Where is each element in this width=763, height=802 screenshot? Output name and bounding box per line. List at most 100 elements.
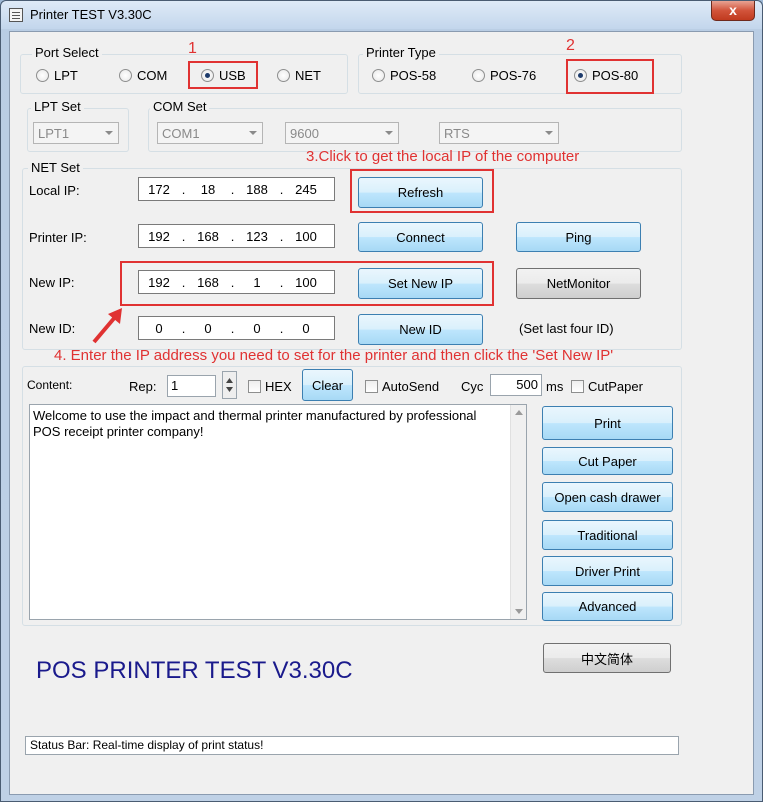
- select-value: 9600: [290, 126, 319, 141]
- ip-octet[interactable]: 123: [237, 229, 277, 244]
- annotation-box-new-ip: [120, 261, 494, 306]
- ip-octet[interactable]: 192: [139, 229, 179, 244]
- new-id-field[interactable]: 0. 0. 0. 0: [138, 316, 335, 340]
- close-icon: x: [729, 2, 737, 18]
- printer-app-icon: [9, 8, 23, 22]
- content-textarea[interactable]: Welcome to use the impact and thermal pr…: [29, 404, 527, 620]
- autosend-checkbox[interactable]: AutoSend: [365, 379, 439, 394]
- id-octet[interactable]: 0: [237, 321, 277, 336]
- printer-type-title: Printer Type: [363, 45, 439, 60]
- ms-label: ms: [546, 379, 564, 394]
- app-banner-title: POS PRINTER TEST V3.30C: [36, 657, 353, 684]
- ip-octet[interactable]: 245: [286, 182, 326, 197]
- radio-dot[interactable]: [372, 69, 385, 82]
- radio-dot[interactable]: [36, 69, 49, 82]
- select-value: COM1: [162, 126, 200, 141]
- lpt-port-select[interactable]: LPT1: [33, 122, 119, 144]
- content-text: Welcome to use the impact and thermal pr…: [33, 408, 477, 439]
- app-window: Printer TEST V3.30C x Port Select LPT CO…: [0, 0, 763, 802]
- ip-dot: .: [181, 181, 186, 197]
- radio-type-pos76[interactable]: POS-76: [472, 68, 536, 83]
- com-set-title: COM Set: [150, 99, 210, 114]
- radio-port-lpt[interactable]: LPT: [36, 68, 78, 83]
- traditional-button[interactable]: Traditional: [542, 520, 673, 550]
- annotation-box-usb: [188, 61, 258, 89]
- ip-octet[interactable]: 168: [188, 229, 228, 244]
- cut-paper-button[interactable]: Cut Paper: [542, 447, 673, 475]
- new-id-button[interactable]: New ID: [358, 314, 483, 345]
- net-set-title: NET Set: [28, 160, 83, 175]
- rep-spinner[interactable]: [222, 371, 237, 399]
- radio-label: NET: [295, 68, 321, 83]
- annotation-step-1: 1: [188, 40, 197, 57]
- ip-dot: .: [279, 320, 284, 336]
- id-octet[interactable]: 0: [139, 321, 179, 336]
- ip-octet[interactable]: 188: [237, 182, 277, 197]
- rep-label: Rep:: [129, 379, 157, 394]
- ip-dot: .: [230, 181, 235, 197]
- new-ip-label: New IP:: [29, 275, 75, 290]
- chevron-down-icon: [105, 131, 113, 135]
- radio-dot[interactable]: [119, 69, 132, 82]
- lpt-set-title: LPT Set: [31, 99, 84, 114]
- ip-octet[interactable]: 172: [139, 182, 179, 197]
- language-button[interactable]: 中文简体: [543, 643, 671, 673]
- radio-type-pos58[interactable]: POS-58: [372, 68, 436, 83]
- print-button[interactable]: Print: [542, 406, 673, 440]
- cyc-label: Cyc: [461, 379, 484, 394]
- open-cash-drawer-button[interactable]: Open cash drawer: [542, 482, 673, 512]
- annotation-step-3: 3.Click to get the local IP of the compu…: [306, 148, 580, 165]
- cutpaper-checkbox[interactable]: CutPaper: [571, 379, 643, 394]
- annotation-step-2: 2: [566, 37, 575, 54]
- checkbox-box[interactable]: [571, 380, 584, 393]
- annotation-step-4: 4. Enter the IP address you need to set …: [54, 347, 614, 364]
- printer-ip-field[interactable]: 192. 168. 123. 100: [138, 224, 335, 248]
- radio-label: LPT: [54, 68, 78, 83]
- new-id-label: New ID:: [29, 321, 76, 336]
- netmonitor-button[interactable]: NetMonitor: [516, 268, 641, 299]
- radio-port-net[interactable]: NET: [277, 68, 321, 83]
- client-area: Port Select LPT COM USB NET Printer Type…: [9, 31, 754, 795]
- cyc-input[interactable]: 500: [490, 374, 542, 396]
- radio-port-com[interactable]: COM: [119, 68, 167, 83]
- select-value: RTS: [444, 126, 470, 141]
- spinner-arrows-icon: [226, 378, 233, 392]
- annotation-box-pos80: [566, 59, 654, 94]
- new-id-hint: (Set last four ID): [519, 321, 614, 336]
- rep-input[interactable]: 1: [167, 375, 216, 397]
- radio-dot[interactable]: [472, 69, 485, 82]
- local-ip-field[interactable]: 172. 18. 188. 245: [138, 177, 335, 201]
- scrollbar-arrows-icon: [515, 410, 523, 614]
- id-octet[interactable]: 0: [286, 321, 326, 336]
- radio-label: POS-76: [490, 68, 537, 83]
- content-label: Content:: [27, 378, 73, 392]
- close-button[interactable]: x: [711, 1, 755, 21]
- title-bar[interactable]: Printer TEST V3.30C x: [1, 1, 762, 29]
- clear-button[interactable]: Clear: [302, 369, 353, 401]
- chevron-down-icon: [385, 131, 393, 135]
- baud-rate-select[interactable]: 9600: [285, 122, 399, 144]
- vertical-scrollbar[interactable]: [510, 405, 526, 619]
- status-bar: Status Bar: Real-time display of print s…: [25, 736, 679, 755]
- ip-octet[interactable]: 18: [188, 182, 228, 197]
- ip-octet[interactable]: 100: [286, 229, 326, 244]
- local-ip-label: Local IP:: [29, 183, 80, 198]
- window-title: Printer TEST V3.30C: [30, 7, 152, 22]
- checkbox-box[interactable]: [248, 380, 261, 393]
- advanced-button[interactable]: Advanced: [542, 592, 673, 621]
- ping-button[interactable]: Ping: [516, 222, 641, 252]
- com-port-select[interactable]: COM1: [157, 122, 263, 144]
- radio-dot[interactable]: [277, 69, 290, 82]
- ip-dot: .: [279, 228, 284, 244]
- annotation-arrow-icon: [92, 308, 122, 344]
- flow-control-select[interactable]: RTS: [439, 122, 559, 144]
- checkbox-label: HEX: [265, 379, 292, 394]
- hex-checkbox[interactable]: HEX: [248, 379, 292, 394]
- id-octet[interactable]: 0: [188, 321, 228, 336]
- driver-print-button[interactable]: Driver Print: [542, 556, 673, 586]
- connect-button[interactable]: Connect: [358, 222, 483, 252]
- checkbox-box[interactable]: [365, 380, 378, 393]
- radio-label: COM: [137, 68, 168, 83]
- ip-dot: .: [181, 228, 186, 244]
- ip-dot: .: [279, 181, 284, 197]
